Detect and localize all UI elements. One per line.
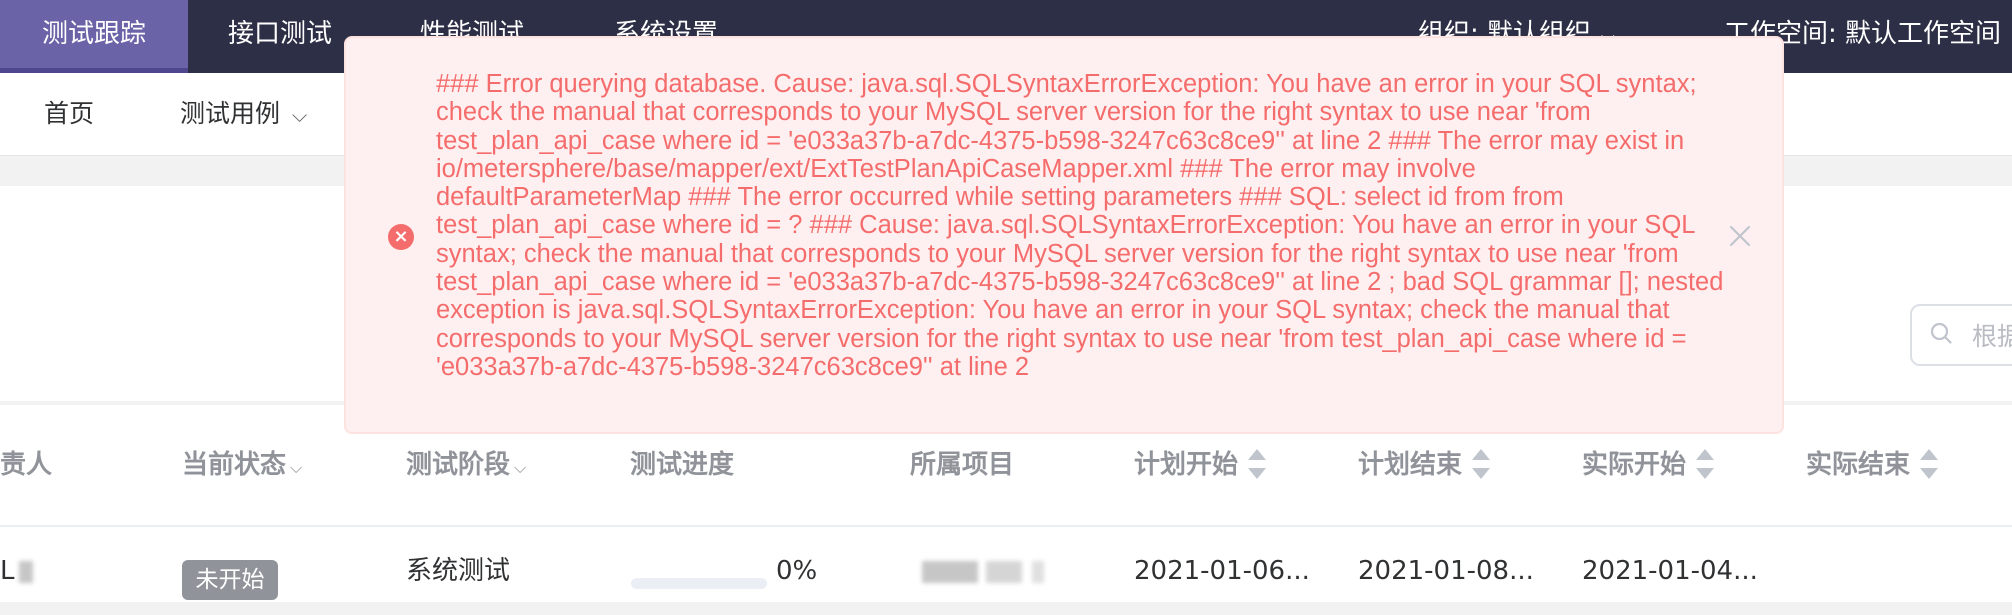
cell-plan-start: 2021-01-06... xyxy=(1134,556,1310,586)
chevron-down-icon: ⌵ xyxy=(292,103,308,127)
cell-owner: L xyxy=(0,527,33,602)
column-header-label: 所属项目 xyxy=(910,450,1015,480)
sort-caret-icon[interactable] xyxy=(1472,448,1491,479)
search-box[interactable] xyxy=(1910,304,2012,366)
column-header-label: 责人 xyxy=(0,450,53,480)
cell-plan-end: 2021-01-08... xyxy=(1358,556,1534,586)
error-circle-icon: × xyxy=(388,224,414,250)
sort-caret-icon[interactable] xyxy=(1920,448,1939,479)
sub-nav-test-case-label: 测试用例 xyxy=(180,99,281,128)
top-nav-api-test[interactable]: 接口测试 xyxy=(228,0,332,73)
close-icon[interactable] xyxy=(1726,222,1754,250)
chevron-down-icon[interactable]: ⌵ xyxy=(514,458,526,477)
column-header-label: 测试阶段 xyxy=(406,450,511,480)
column-header-label: 计划结束 xyxy=(1358,450,1463,480)
column-header-label: 当前状态 xyxy=(182,450,287,480)
chevron-down-icon[interactable]: ⌵ xyxy=(290,458,302,477)
error-message-text: ### Error querying database. Cause: java… xyxy=(436,70,1724,381)
progress-percent: 0% xyxy=(776,556,818,586)
blurred-text xyxy=(18,560,33,583)
blurred-text xyxy=(986,560,1022,583)
top-nav-test-track[interactable]: 测试跟踪 xyxy=(0,0,188,73)
cell-project xyxy=(922,527,1044,602)
progress-bar xyxy=(631,578,767,589)
cell-actual-start: 2021-01-04... xyxy=(1582,556,1758,586)
test-plan-table: 责人 当前状态 ⌵ 测试阶段 ⌵ 测试进度 所属项目 计划开始 计划结束 实际开始 … xyxy=(0,405,2012,602)
sort-caret-icon[interactable] xyxy=(1248,448,1267,479)
status-badge: 未开始 xyxy=(182,560,278,600)
cell-stage: 系统测试 xyxy=(406,556,511,586)
column-header-label: 计划开始 xyxy=(1134,450,1239,480)
sub-nav-test-case[interactable]: 测试用例 ⌵ xyxy=(180,73,307,155)
column-header-owner: 责人 xyxy=(0,405,52,525)
search-input[interactable] xyxy=(1970,316,2012,356)
table-row[interactable]: L 未开始 系统测试 0% 2021-01-06... 2021-01-08..… xyxy=(0,527,2012,602)
column-header-label: 实际结束 xyxy=(1806,450,1911,480)
error-message-toast: × ### Error querying database. Cause: ja… xyxy=(344,36,1784,434)
column-header-label: 测试进度 xyxy=(630,450,735,480)
column-header-status[interactable]: 当前状态 ⌵ xyxy=(182,405,302,525)
owner-name: L xyxy=(0,556,15,586)
column-header-actual-end[interactable]: 实际结束 xyxy=(1806,405,1939,525)
blurred-text xyxy=(1032,560,1044,583)
blurred-text xyxy=(922,560,978,583)
search-icon xyxy=(1930,322,1952,344)
sort-caret-icon[interactable] xyxy=(1696,448,1715,479)
column-header-label: 实际开始 xyxy=(1582,450,1687,480)
sub-nav-home[interactable]: 首页 xyxy=(44,73,94,155)
